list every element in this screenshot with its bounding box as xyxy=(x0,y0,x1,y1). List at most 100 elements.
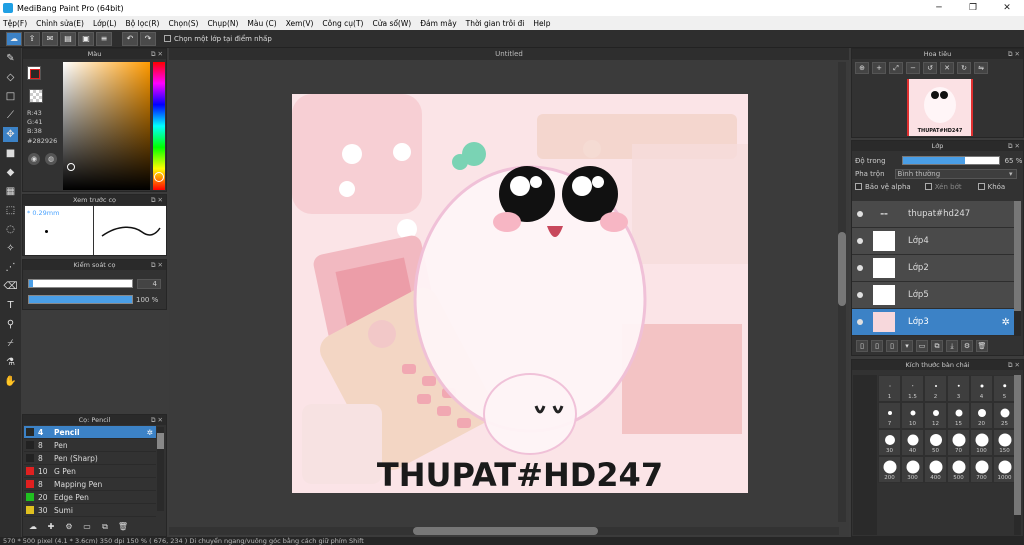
layer-opacity-slider[interactable] xyxy=(901,156,1000,165)
panel-close-icon[interactable]: ⧉ ✕ xyxy=(151,195,163,205)
select-tool-icon[interactable]: ⬚ xyxy=(3,203,18,218)
lasso-tool-icon[interactable]: ◌ xyxy=(3,222,18,237)
brush-size-scrollbar[interactable] xyxy=(1014,375,1021,535)
menu-cloud[interactable]: Đám mây xyxy=(420,19,456,28)
text-tool-icon[interactable]: T xyxy=(3,298,18,313)
zoom-in-icon[interactable]: + xyxy=(872,62,886,74)
new-1bit-layer-icon[interactable]: ▯ xyxy=(886,340,898,352)
merge-down-icon[interactable]: ⤓ xyxy=(946,340,958,352)
brush-size-option[interactable]: 100 xyxy=(970,429,993,456)
menu-filter[interactable]: Bộ lọc(R) xyxy=(126,19,160,28)
brush-item-sumi[interactable]: 30 Sumi xyxy=(24,504,156,517)
shape-tool-icon[interactable]: □ xyxy=(3,89,18,104)
canvas-horizontal-scrollbar[interactable] xyxy=(169,527,839,535)
brush-item-pen-sharp[interactable]: 8 Pen (Sharp) xyxy=(24,452,156,465)
delete-layer-icon[interactable]: 🗑 xyxy=(976,340,988,352)
layers-icon[interactable]: ▣ xyxy=(78,31,94,46)
brush-settings-icon[interactable]: ⚙ xyxy=(63,521,75,533)
move-tool-icon[interactable]: ✥ xyxy=(3,127,18,142)
visibility-icon[interactable] xyxy=(857,238,863,244)
brush-list-scrollbar[interactable] xyxy=(157,427,164,511)
rotate-right-icon[interactable]: ↻ xyxy=(957,62,971,74)
visibility-icon[interactable] xyxy=(857,265,863,271)
layer-item-thupat[interactable]: ▬▬ thupat#hd247 xyxy=(852,201,1014,228)
brush-size-option[interactable]: 1 xyxy=(878,375,901,402)
brush-size-option[interactable]: 30 xyxy=(878,429,901,456)
select-layer-checkbox[interactable] xyxy=(164,35,171,42)
brush-size-option[interactable]: 50 xyxy=(924,429,947,456)
color-mixer-icon[interactable]: ◍ xyxy=(45,153,57,165)
new-8bit-layer-icon[interactable]: ▯ xyxy=(871,340,883,352)
layer-scroll-thumb[interactable] xyxy=(1014,201,1021,311)
brush-size-value[interactable]: 4 xyxy=(137,279,161,289)
new-layer-icon[interactable]: ▯ xyxy=(856,340,868,352)
brush-size-option[interactable]: 10 xyxy=(901,402,924,429)
brush-item-pencil[interactable]: 4 Pencil ✲ xyxy=(24,426,156,439)
duplicate-icon[interactable]: ⧉ xyxy=(99,521,111,533)
brush-size-option[interactable]: 300 xyxy=(901,456,924,483)
cloud-icon[interactable]: ☁ xyxy=(6,31,22,46)
gear-icon[interactable]: ✲ xyxy=(1002,317,1010,328)
bucket-tool-icon[interactable]: ◆ xyxy=(3,165,18,180)
brush-size-option[interactable]: 15 xyxy=(947,402,970,429)
menu-color[interactable]: Màu (C) xyxy=(247,19,276,28)
menu-timelapse[interactable]: Thời gian trôi đi xyxy=(466,19,525,28)
panel-close-icon[interactable]: ⧉ ✕ xyxy=(151,260,163,270)
foreground-color-swatch[interactable] xyxy=(27,66,41,80)
sv-cursor[interactable] xyxy=(67,163,75,171)
menu-view[interactable]: Xem(V) xyxy=(286,19,314,28)
visibility-icon[interactable] xyxy=(857,211,863,217)
menu-snap[interactable]: Chụp(N) xyxy=(207,19,238,28)
panel-close-icon[interactable]: ⧉ ✕ xyxy=(1008,141,1020,151)
panel-close-icon[interactable]: ⧉ ✕ xyxy=(151,49,163,59)
select-eraser-tool-icon[interactable]: ⌫ xyxy=(3,279,18,294)
flip-icon[interactable]: ⇋ xyxy=(974,62,988,74)
brush-size-option[interactable]: 40 xyxy=(901,429,924,456)
saturation-value-picker[interactable] xyxy=(63,62,150,190)
menu-window[interactable]: Cửa sổ(W) xyxy=(372,19,411,28)
brush-size-option[interactable]: 25 xyxy=(993,402,1016,429)
menu-layer[interactable]: Lớp(L) xyxy=(93,19,117,28)
brush-size-option[interactable]: 400 xyxy=(924,456,947,483)
brush-size-option[interactable]: 70 xyxy=(947,429,970,456)
panel-icon[interactable]: ▤ xyxy=(60,31,76,46)
brush-size-slider[interactable] xyxy=(28,279,133,288)
brush-tool-icon[interactable]: ✎ xyxy=(3,51,18,66)
lock-checkbox[interactable] xyxy=(977,183,985,190)
brush-item-mapping-pen[interactable]: 8 Mapping Pen xyxy=(24,478,156,491)
brush-size-option[interactable]: 500 xyxy=(947,456,970,483)
transparent-color-swatch[interactable] xyxy=(29,89,43,103)
magic-wand-tool-icon[interactable]: ✧ xyxy=(3,241,18,256)
folder-icon[interactable]: ▭ xyxy=(81,521,93,533)
comment-icon[interactable]: ✉ xyxy=(42,31,58,46)
fill-rect-tool-icon[interactable]: ■ xyxy=(3,146,18,161)
layer-item-lop5[interactable]: Lớp5 xyxy=(852,282,1014,309)
zoom-out-icon[interactable]: − xyxy=(906,62,920,74)
brush-opacity-slider[interactable] xyxy=(28,295,133,304)
blend-mode-select[interactable]: Bình thường xyxy=(894,168,1017,179)
divide-tool-icon[interactable]: ⌿ xyxy=(3,336,18,351)
artwork-canvas[interactable]: THUPAT#HD247 xyxy=(292,94,748,493)
list-icon[interactable]: ≡ xyxy=(96,31,112,46)
trash-icon[interactable]: 🗑 xyxy=(117,521,129,533)
brush-size-option[interactable]: 150 xyxy=(993,429,1016,456)
cloud-brush-icon[interactable]: ☁ xyxy=(27,521,39,533)
hue-knob[interactable] xyxy=(154,172,164,182)
gradient-tool-icon[interactable]: ▦ xyxy=(3,184,18,199)
close-icon[interactable]: ✕ xyxy=(990,0,1024,16)
brush-size-scroll-thumb[interactable] xyxy=(1014,375,1021,515)
canvas-vscroll-thumb[interactable] xyxy=(838,232,846,306)
layer-item-lop3[interactable]: Lớp3 ✲ xyxy=(852,309,1014,336)
gear-icon[interactable]: ✲ xyxy=(147,428,153,437)
layer-item-lop4[interactable]: Lớp4 xyxy=(852,228,1014,255)
menu-file[interactable]: Tệp(F) xyxy=(3,19,27,28)
pen-tool-icon[interactable]: ⟋ xyxy=(3,108,18,123)
menu-help[interactable]: Help xyxy=(533,19,550,28)
undo-icon[interactable]: ↶ xyxy=(122,31,138,46)
share-icon[interactable]: ⇪ xyxy=(24,31,40,46)
canvas-vertical-scrollbar[interactable] xyxy=(838,62,846,522)
brush-size-option[interactable]: 3 xyxy=(947,375,970,402)
brush-list-scroll-thumb[interactable] xyxy=(157,433,164,449)
operation-tool-icon[interactable]: ⚲ xyxy=(3,317,18,332)
layer-scrollbar[interactable] xyxy=(1014,201,1021,336)
